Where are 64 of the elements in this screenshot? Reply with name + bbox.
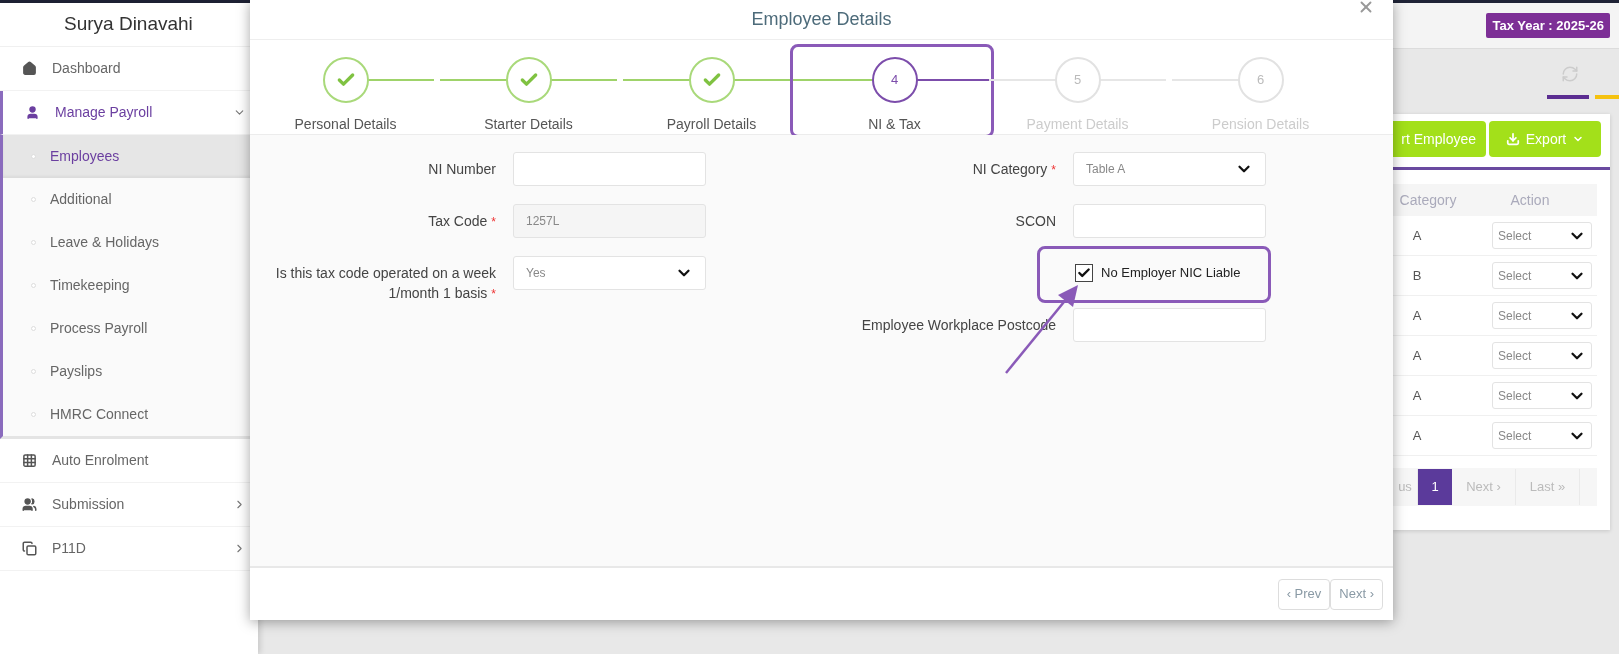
user-icon <box>25 105 40 120</box>
prev-button[interactable]: ‹ Prev <box>1277 578 1331 610</box>
table-cell-text: A <box>1411 306 1423 325</box>
table-cell-text: A <box>1411 226 1423 245</box>
sidebar-subitem[interactable]: Payslips <box>3 350 258 393</box>
select-field[interactable]: Table A <box>1073 152 1266 186</box>
copy-icon <box>22 541 37 556</box>
sidebar-subitem[interactable]: HMRC Connect <box>3 393 258 436</box>
step[interactable]: Starter Details <box>437 44 620 138</box>
select-field[interactable]: Select <box>1492 222 1592 249</box>
tab-indicator <box>1547 95 1589 99</box>
column-header: Category <box>1398 190 1458 210</box>
step-label[interactable]: NI & Tax <box>868 114 921 135</box>
field-label: Is this tax code operated on a week 1/month 1 basis * <box>274 264 496 303</box>
sidebar-subitem[interactable]: Leave & Holidays <box>3 221 258 264</box>
sidebar-subitem[interactable]: Timekeeping <box>3 264 258 307</box>
table-cell-text: A <box>1411 346 1423 365</box>
select-field[interactable]: Select <box>1492 302 1592 329</box>
select-field[interactable]: Select <box>1492 382 1592 409</box>
column-header: Action <box>1509 190 1551 210</box>
table-cell-text: A <box>1411 426 1423 445</box>
tree-node-icon <box>31 412 36 417</box>
checkbox[interactable] <box>1075 264 1093 282</box>
step-label[interactable]: Personal Details <box>294 114 397 135</box>
tree-node-icon <box>31 283 36 288</box>
download-icon <box>1505 132 1520 146</box>
user-name: Surya Dinavahi <box>64 12 193 37</box>
select-field[interactable]: Select <box>1492 262 1592 289</box>
field-label: NI Category * <box>972 160 1056 179</box>
table-cell-text: B <box>1411 266 1423 285</box>
refresh-icon[interactable] <box>1561 65 1579 83</box>
field-label: SCON <box>1015 212 1056 231</box>
input-field[interactable]: 1257L <box>513 204 706 238</box>
checkbox-label[interactable]: No Employer NIC Liable <box>1101 263 1241 283</box>
tab-indicator <box>1595 95 1619 99</box>
step-label[interactable]: Starter Details <box>484 114 573 135</box>
next-button[interactable]: Next › <box>1330 578 1383 610</box>
tree-node-icon <box>31 326 36 331</box>
home-icon <box>22 61 37 76</box>
tree-node-icon <box>31 240 36 245</box>
input-field[interactable] <box>1073 308 1266 342</box>
select-field[interactable]: Yes <box>513 256 706 290</box>
required-mark: * <box>491 287 496 301</box>
required-mark: * <box>1051 163 1056 177</box>
field-label: Tax Code * <box>428 212 496 231</box>
people-icon <box>22 497 37 512</box>
grid-icon <box>22 453 37 468</box>
select-field[interactable]: Select <box>1492 422 1592 449</box>
check-icon <box>1077 266 1091 280</box>
input-field[interactable] <box>513 152 706 186</box>
dialog-title: Employee Details <box>751 8 892 31</box>
step-label[interactable]: Payroll Details <box>666 114 757 135</box>
tree-node-icon <box>31 369 36 374</box>
tax-year-badge: Tax Year : 2025-26 <box>1486 12 1610 39</box>
input-field[interactable] <box>1073 204 1266 238</box>
pagination-link[interactable]: 1 <box>1418 469 1452 505</box>
tree-node-icon <box>31 197 36 202</box>
required-mark: * <box>491 215 496 229</box>
tree-node-icon <box>31 154 36 159</box>
sidebar-subitem[interactable]: Additional <box>3 178 258 221</box>
field-label: NI Number <box>428 160 496 179</box>
table-cell-text: A <box>1411 386 1423 405</box>
select-field[interactable]: Select <box>1492 342 1592 369</box>
sidebar-subitem[interactable]: Process Payroll <box>3 307 258 350</box>
